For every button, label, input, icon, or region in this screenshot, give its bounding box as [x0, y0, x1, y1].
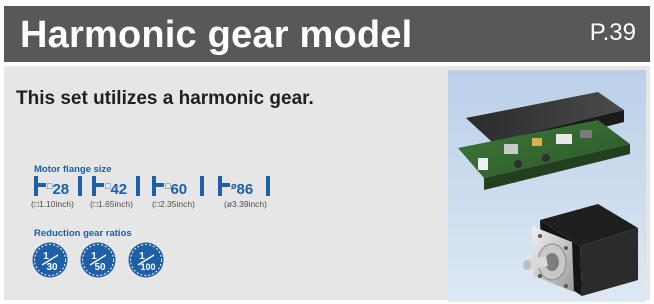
flange-code: ø86 [231, 181, 254, 198]
page-title: Harmonic gear model [20, 14, 413, 56]
flange-inch: (□1.10inch) [31, 199, 74, 209]
flange-size-item: ø86 (ø3.39inch) [218, 176, 272, 209]
flange-dash [222, 183, 230, 187]
flange-dash [156, 183, 164, 187]
flange-inch: (□2.35inch) [152, 199, 195, 209]
flange-code: □28 [47, 181, 70, 198]
flange-bar-right [266, 176, 270, 196]
gear-badge-icon: 1 30 [32, 242, 68, 278]
reduction-ratio-label: Reduction gear ratios [34, 228, 132, 239]
ratio-numerator: 1 [91, 251, 97, 262]
flange-size-item: □28 (□1.10inch) [31, 176, 84, 209]
ratio-denominator: 50 [94, 262, 106, 273]
ratio-denominator: 30 [46, 262, 58, 273]
flange-size-item: □60 (□2.35inch) [152, 176, 206, 209]
flange-inch: (ø3.39inch) [224, 199, 267, 209]
flange-bar-right [200, 176, 204, 196]
flange-dash [38, 183, 46, 187]
ratio-numerator: 1 [139, 251, 145, 262]
gear-badge-icon: 1 100 [128, 242, 164, 278]
page-reference-link[interactable]: P.39 [590, 18, 636, 48]
flange-bar-right [136, 176, 140, 196]
ratio-denominator: 100 [140, 262, 155, 272]
product-photo [448, 70, 646, 302]
ratio-badge: 1 100 [128, 242, 164, 278]
product-card: Harmonic gear model P.39 This set utiliz… [0, 0, 654, 304]
flange-size-item: □42 (□1.65inch) [90, 176, 142, 209]
flange-code: □60 [165, 181, 188, 198]
flange-code: □42 [105, 181, 128, 198]
ratio-badge: 1 50 [80, 242, 116, 278]
gear-badge-icon: 1 50 [80, 242, 116, 278]
flange-bar-right [78, 176, 82, 196]
subtitle: This set utilizes a harmonic gear. [16, 88, 314, 109]
gear-motor-image [448, 70, 646, 302]
ratio-badge: 1 30 [32, 242, 68, 278]
header-bar: Harmonic gear model P.39 [4, 6, 650, 62]
ratio-numerator: 1 [43, 251, 49, 262]
motor-flange-label: Motor flange size [34, 164, 112, 175]
flange-dash [96, 183, 104, 187]
flange-inch: (□1.65inch) [90, 199, 133, 209]
